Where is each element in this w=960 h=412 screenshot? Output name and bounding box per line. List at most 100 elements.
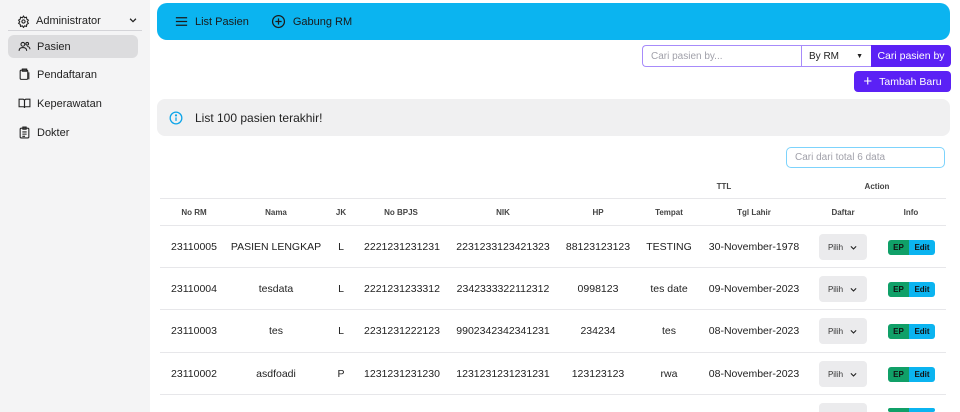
patient-search-group: By RM ▼ Cari pasien by bbox=[642, 45, 951, 67]
sidebar: Administrator Pasien Pendaftaran Keperaw… bbox=[0, 0, 150, 412]
gabung-rm-button[interactable]: Gabung RM bbox=[271, 14, 352, 30]
cell-hp: 234234 bbox=[580, 325, 616, 337]
cell-nama: tes bbox=[268, 325, 283, 337]
pilih-label: Pilih bbox=[827, 326, 844, 336]
clipboard-list-icon bbox=[18, 126, 31, 139]
cell-tgl-lahir: 09-November-2023 bbox=[708, 283, 800, 295]
info-text: List 100 pasien terakhir! bbox=[195, 110, 323, 125]
edit-button[interactable]: Edit bbox=[909, 367, 935, 382]
col-hp: HP bbox=[592, 208, 604, 217]
plus-icon: + bbox=[863, 73, 873, 90]
cell-nik: 9902342342341231 bbox=[456, 325, 550, 337]
chevron-down-icon bbox=[128, 15, 138, 28]
ep-button-partial[interactable] bbox=[888, 408, 909, 412]
tambah-baru-button[interactable]: + Tambah Baru bbox=[854, 71, 951, 92]
sidebar-divider bbox=[8, 30, 142, 31]
cell-no-rm: 23110004 bbox=[171, 283, 217, 295]
sidebar-item-dokter[interactable]: Dokter bbox=[8, 121, 138, 144]
sidebar-item-label: Pasien bbox=[37, 40, 71, 53]
pilih-label: Pilih bbox=[827, 284, 844, 294]
sidebar-item-label: Keperawatan bbox=[37, 97, 102, 110]
list-pasien-label: List Pasien bbox=[195, 15, 249, 28]
ep-button[interactable]: EP bbox=[888, 282, 909, 297]
chevron-down-icon bbox=[849, 285, 858, 294]
pilih-label: Pilih bbox=[827, 369, 844, 379]
cell-bpjs: 2221231233312 bbox=[364, 283, 440, 295]
cell-nama: tesdata bbox=[258, 283, 294, 295]
cell-bpjs: 2231231222123 bbox=[364, 325, 440, 337]
cell-no-rm: 23110005 bbox=[171, 241, 217, 253]
gabung-rm-label: Gabung RM bbox=[292, 15, 353, 28]
admin-label: Administrator bbox=[36, 15, 101, 27]
col-tempat: Tempat bbox=[655, 208, 683, 217]
caret-down-icon: ▼ bbox=[856, 52, 863, 60]
table-search-input[interactable] bbox=[786, 147, 945, 168]
col-tgl-lahir: Tgl Lahir bbox=[737, 208, 771, 217]
search-by-value: By RM bbox=[809, 50, 839, 62]
pilih-dropdown[interactable]: Pilih bbox=[819, 318, 867, 344]
cell-tempat: TESTING bbox=[646, 241, 692, 253]
list-pasien-button[interactable]: List Pasien bbox=[173, 14, 249, 30]
cell-nik: 2342333322112312 bbox=[456, 283, 550, 295]
menu-icon bbox=[173, 14, 189, 30]
ep-button[interactable]: EP bbox=[888, 324, 909, 339]
row-divider bbox=[160, 267, 946, 268]
ep-button[interactable]: EP bbox=[888, 367, 909, 382]
pilih-dropdown[interactable]: Pilih bbox=[819, 361, 867, 387]
col-no-rm: No RM bbox=[181, 208, 207, 217]
cell-bpjs: 2221231231231 bbox=[364, 241, 440, 253]
info-actions: EP Edit bbox=[888, 324, 935, 339]
sidebar-item-pasien[interactable]: Pasien bbox=[8, 35, 138, 58]
sidebar-item-label: Dokter bbox=[37, 126, 70, 139]
cell-nama: PASIEN LENGKAP bbox=[230, 241, 322, 253]
edit-button[interactable]: Edit bbox=[909, 282, 935, 297]
cell-no-rm: 23110003 bbox=[171, 325, 217, 337]
sidebar-item-pendaftaran[interactable]: Pendaftaran bbox=[8, 63, 138, 86]
cell-jk: L bbox=[338, 283, 344, 295]
action-group-header: Action bbox=[864, 182, 890, 191]
info-alert: List 100 pasien terakhir! bbox=[157, 99, 950, 136]
col-jk: JK bbox=[335, 208, 347, 217]
tambah-baru-label: Tambah Baru bbox=[879, 75, 942, 88]
cell-hp: 88123123123 bbox=[565, 241, 631, 253]
row-divider bbox=[160, 309, 946, 310]
pilih-dropdown[interactable]: Pilih bbox=[819, 234, 867, 260]
col-nama: Nama bbox=[265, 208, 287, 217]
edit-button-partial[interactable] bbox=[909, 408, 935, 412]
admin-menu[interactable]: Administrator bbox=[16, 12, 138, 30]
ep-button[interactable]: EP bbox=[888, 240, 909, 255]
edit-button[interactable]: Edit bbox=[909, 324, 935, 339]
chevron-down-icon bbox=[849, 327, 858, 336]
search-button[interactable]: Cari pasien by bbox=[871, 45, 951, 67]
sidebar-item-keperawatan[interactable]: Keperawatan bbox=[8, 92, 138, 115]
col-info: Info bbox=[903, 208, 919, 217]
col-nik: NIK bbox=[496, 208, 510, 217]
cell-tempat: rwa bbox=[660, 368, 678, 380]
cell-tempat: tes date bbox=[650, 283, 688, 295]
header-divider bbox=[160, 225, 946, 226]
top-nav-bar: List Pasien Gabung RM bbox=[157, 3, 950, 40]
edit-button[interactable]: Edit bbox=[909, 240, 935, 255]
cell-jk: L bbox=[338, 325, 344, 337]
row-divider bbox=[160, 352, 946, 353]
cell-tgl-lahir: 08-November-2023 bbox=[708, 325, 800, 337]
pilih-dropdown-partial[interactable] bbox=[819, 403, 867, 412]
pilih-dropdown[interactable]: Pilih bbox=[819, 276, 867, 302]
search-by-select[interactable]: By RM ▼ bbox=[801, 45, 871, 67]
patient-search-input[interactable] bbox=[642, 45, 801, 67]
cell-nik: 2231233123421323 bbox=[456, 241, 550, 253]
header-divider bbox=[160, 198, 946, 199]
chevron-down-icon bbox=[849, 243, 858, 252]
ttl-group-header: TTL bbox=[716, 182, 732, 191]
cell-tgl-lahir: 30-November-1978 bbox=[708, 241, 800, 253]
cell-jk: L bbox=[338, 241, 344, 253]
sidebar-item-label: Pendaftaran bbox=[37, 68, 97, 81]
gear-icon bbox=[16, 14, 30, 28]
cell-nama: asdfoadi bbox=[256, 368, 296, 380]
info-actions: EP Edit bbox=[888, 240, 935, 255]
cell-tempat: tes bbox=[661, 325, 676, 337]
cell-hp: 123123123 bbox=[571, 368, 625, 380]
cell-bpjs: 1231231231230 bbox=[364, 368, 440, 380]
chevron-down-icon bbox=[849, 370, 858, 379]
book-open-icon bbox=[18, 97, 31, 110]
